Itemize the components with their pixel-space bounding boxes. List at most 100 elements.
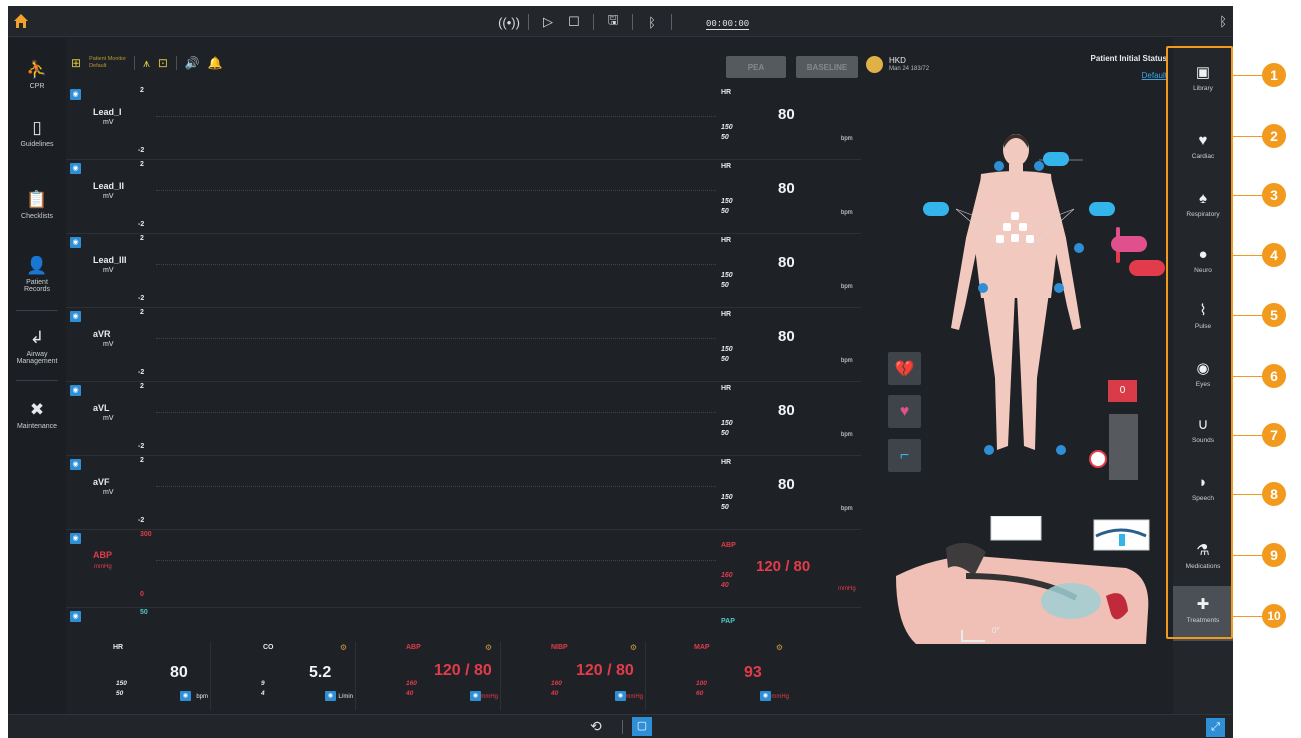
numeric-cell-map[interactable]: MAP ⚙ 93 100 60 ◉ mmHg bbox=[646, 642, 791, 710]
numeric-unit: bpm bbox=[196, 694, 208, 700]
volume-icon[interactable]: 🔊 bbox=[185, 56, 200, 70]
nav-item-guidelines[interactable]: ▯ Guidelines bbox=[8, 118, 66, 148]
nav-item-airway-management[interactable]: ↲ Airway Management bbox=[8, 328, 66, 365]
divider bbox=[528, 14, 529, 30]
callout-badge: 4 bbox=[1262, 243, 1286, 267]
eye-icon[interactable]: ◉ bbox=[70, 163, 81, 174]
eye-icon[interactable]: ◉ bbox=[180, 691, 191, 701]
scale-top: 2 bbox=[140, 457, 144, 464]
nav-item-checklists[interactable]: 📋 Checklists bbox=[8, 190, 66, 220]
lead-name: aVR bbox=[93, 329, 111, 339]
callout-badge: 1 bbox=[1262, 63, 1286, 87]
wave-baseline bbox=[156, 486, 716, 487]
layout-selector[interactable]: Patient Monitor Default bbox=[89, 56, 126, 70]
layout-label: Patient Monitor bbox=[89, 56, 127, 62]
layout-sublabel: Default bbox=[89, 63, 107, 69]
ventilation-icon[interactable] bbox=[1089, 450, 1107, 468]
numeric-low: 50 bbox=[116, 690, 124, 697]
gear-icon[interactable]: ⚙ bbox=[776, 643, 783, 652]
patient-info: Man 24 183/72 bbox=[889, 66, 930, 72]
save-icon[interactable]: 🖫 bbox=[600, 12, 626, 32]
chat-icon[interactable]: ▢ bbox=[632, 717, 652, 736]
bluetooth-icon[interactable]: ᛒ bbox=[639, 12, 665, 32]
param-name: HR bbox=[721, 459, 732, 466]
divider bbox=[16, 380, 58, 381]
callout-badge: 3 bbox=[1262, 183, 1286, 207]
lead-name: aVL bbox=[93, 403, 110, 413]
pea-button[interactable]: PEA bbox=[726, 56, 786, 78]
patient-status-link[interactable]: Default bbox=[1142, 71, 1167, 80]
param-low-limit: 50 bbox=[721, 282, 729, 289]
nav-item-maintenance[interactable]: ✖ Maintenance bbox=[8, 400, 66, 430]
numeric-unit: mmHg bbox=[771, 694, 789, 700]
param-value: 80 bbox=[778, 106, 795, 123]
numeric-unit: mmHg bbox=[480, 694, 498, 700]
numeric-cell-hr[interactable]: HR 80 150 50 ◉ bpm bbox=[66, 642, 211, 710]
history-icon[interactable]: ⟲ bbox=[590, 718, 602, 735]
intubation-button[interactable]: ⌐ bbox=[888, 439, 921, 472]
expand-icon[interactable]: ⤢ bbox=[1206, 718, 1225, 737]
defibrillation-button[interactable]: 💔 bbox=[888, 352, 921, 385]
gear-icon[interactable]: ⚙ bbox=[630, 643, 637, 652]
param-value: 120 / 80 bbox=[756, 558, 811, 575]
eye-icon[interactable]: ◉ bbox=[70, 533, 81, 544]
eye-icon[interactable]: ◉ bbox=[70, 237, 81, 248]
param-value: 80 bbox=[778, 402, 795, 419]
scale-top: 2 bbox=[140, 161, 144, 168]
numeric-low: 4 bbox=[261, 690, 265, 697]
bluetooth-status-icon: ᛒ bbox=[1219, 14, 1227, 29]
cpr-icon: ⛹ bbox=[26, 60, 48, 79]
numeric-cell-abp[interactable]: ABP ⚙ 120 / 80 160 40 ◉ mmHg bbox=[356, 642, 501, 710]
numeric-icon[interactable]: ⊡ bbox=[158, 56, 168, 70]
nav-label: Patient Records bbox=[23, 279, 51, 293]
heart-pacing-icon: ♥ bbox=[899, 402, 910, 420]
nav-item-cpr[interactable]: ⛹ CPR bbox=[8, 60, 66, 90]
eye-icon[interactable]: ◉ bbox=[70, 385, 81, 396]
param-low-limit: 50 bbox=[721, 504, 729, 511]
param-high-limit: 160 bbox=[721, 572, 733, 579]
signal-icon[interactable]: ((•)) bbox=[496, 12, 522, 32]
eye-icon[interactable]: ◉ bbox=[70, 89, 81, 100]
waveform-icon[interactable]: ⩚ bbox=[143, 56, 150, 71]
layout-icon[interactable]: ⊞ bbox=[71, 56, 81, 70]
param-value: 80 bbox=[778, 254, 795, 271]
numeric-value: 120 / 80 bbox=[576, 662, 634, 679]
avatar bbox=[866, 56, 883, 73]
scale-bottom: -2 bbox=[138, 221, 145, 228]
callout-badge: 6 bbox=[1262, 364, 1286, 388]
param-value: 80 bbox=[778, 328, 795, 345]
head-angle-icon[interactable] bbox=[961, 630, 985, 642]
param-name: HR bbox=[721, 311, 732, 318]
eye-icon[interactable]: ◉ bbox=[70, 311, 81, 322]
wave-row-lead-iii: ◉ 2 Lead_III mV -2 HR 150 50 80 bpm bbox=[66, 234, 861, 308]
gear-icon[interactable]: ⚙ bbox=[340, 643, 347, 652]
patient-body-figure[interactable] bbox=[911, 128, 1121, 468]
eye-icon[interactable]: ◉ bbox=[70, 459, 81, 470]
eye-icon[interactable]: ◉ bbox=[325, 691, 336, 701]
home-icon[interactable] bbox=[13, 13, 29, 29]
session-controls: ((•)) ▷ ☐ 🖫 ᛒ bbox=[496, 12, 678, 32]
heart-sound-point[interactable] bbox=[1129, 260, 1165, 276]
numeric-cell-co[interactable]: CO ⚙ 5.2 9 4 ◉ L/min bbox=[211, 642, 356, 710]
numeric-cell-nibp[interactable]: NIBP ⚙ 120 / 80 160 40 ◉ mmHg bbox=[501, 642, 646, 710]
nav-item-patient-records[interactable]: 👤 Patient Records bbox=[8, 256, 66, 293]
play-icon[interactable]: ▷ bbox=[535, 12, 561, 32]
airway-illustration[interactable] bbox=[896, 516, 1151, 646]
param-low-limit: 50 bbox=[721, 430, 729, 437]
patient-status-title: Patient Initial Status bbox=[1090, 54, 1167, 63]
param-name: PAP bbox=[721, 618, 735, 625]
laryngoscope-icon: ⌐ bbox=[899, 446, 910, 464]
alarm-icon[interactable]: 🔔 bbox=[208, 56, 223, 70]
baseline-button[interactable]: BASELINE bbox=[796, 56, 858, 78]
eye-icon[interactable]: ◉ bbox=[70, 611, 81, 622]
gear-icon[interactable]: ⚙ bbox=[485, 643, 492, 652]
pacing-button[interactable]: ♥ bbox=[888, 395, 921, 428]
bowel-sound-point[interactable] bbox=[1111, 236, 1147, 252]
numeric-unit: mmHg bbox=[625, 694, 643, 700]
callout-badge: 5 bbox=[1262, 303, 1286, 327]
divider bbox=[622, 720, 623, 734]
callout-leader bbox=[1233, 75, 1264, 76]
stop-icon[interactable]: ☐ bbox=[561, 12, 587, 32]
callout-leader bbox=[1233, 315, 1264, 316]
eye-icon[interactable]: ◉ bbox=[760, 691, 771, 701]
